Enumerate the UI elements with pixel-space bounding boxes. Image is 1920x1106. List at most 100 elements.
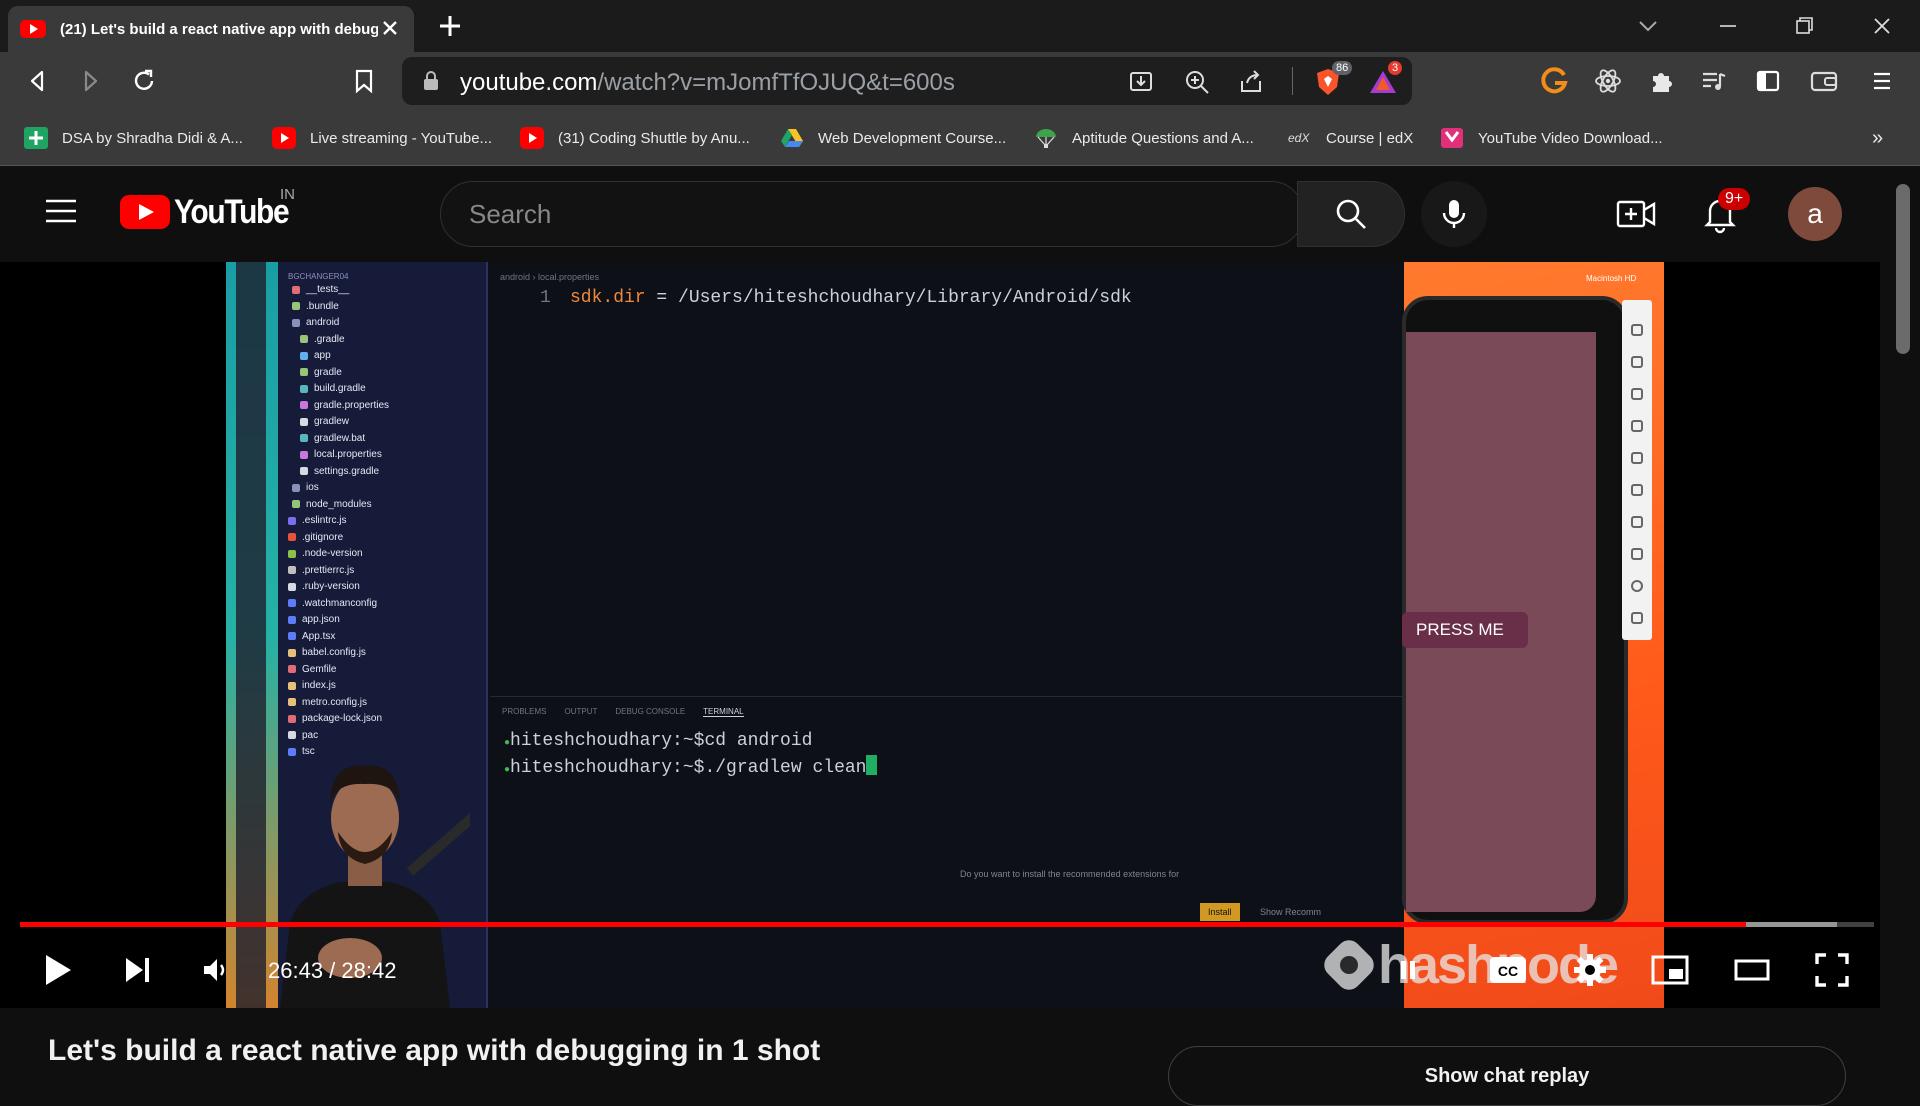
explorer-file-item: gradlew.bat [300, 433, 365, 444]
pause-overlay-button[interactable] [1386, 948, 1430, 992]
file-name: __tests__ [306, 284, 350, 295]
youtube-play-logo-icon [120, 195, 170, 229]
bookmark-item[interactable]: Live streaming - YouTube... [272, 124, 492, 152]
subtitles-button[interactable]: CC [1486, 948, 1530, 992]
file-name: settings.gradle [314, 465, 380, 477]
back-button[interactable] [22, 65, 54, 97]
search-input[interactable] [441, 182, 1299, 246]
file-type-icon [288, 698, 296, 706]
miniplayer-icon [1651, 955, 1689, 985]
file-type-icon [288, 615, 296, 624]
menu-button[interactable] [1866, 65, 1898, 97]
bookmark-item[interactable]: YouTube Video Download... [1440, 124, 1663, 152]
guide-menu-icon[interactable] [44, 196, 78, 226]
volume-up-icon [1631, 356, 1643, 368]
sidebar-toggle-button[interactable] [1752, 65, 1784, 97]
media-controls-button[interactable] [1698, 65, 1730, 97]
install-app-icon[interactable] [1128, 69, 1154, 95]
file-type-icon [288, 549, 296, 558]
bookmark-label: (31) Coding Shuttle by Anu... [558, 129, 750, 147]
browser-tab[interactable]: (21) Let's build a react native app with… [8, 6, 414, 52]
youtube-logo[interactable]: YouTube IN [120, 186, 304, 234]
file-name: .gitignore [302, 531, 344, 543]
page-scrollbar[interactable] [1896, 184, 1910, 354]
hamburger-menu-icon [1874, 72, 1890, 90]
explorer-file-item: settings.gradle [300, 466, 379, 477]
file-type-icon [300, 450, 308, 459]
search-button[interactable] [1297, 181, 1405, 247]
video-frame: BGCHANGER04 __tests__ .bundle android .grad… [226, 262, 1664, 1008]
explorer-file-item: babel.config.js [288, 647, 366, 658]
bookmark-item[interactable]: Web Development Course... [780, 124, 1006, 152]
bookmark-item[interactable]: (31) Coding Shuttle by Anu... [520, 124, 750, 152]
file-name: .node-version [302, 548, 363, 559]
progress-bar[interactable] [20, 922, 1874, 927]
fullscreen-button[interactable] [1810, 948, 1854, 992]
close-window-icon[interactable] [1866, 10, 1898, 42]
bookmark-item[interactable]: DSA by Shradha Didi & A... [24, 124, 243, 152]
theater-mode-button[interactable] [1730, 948, 1774, 992]
share-icon[interactable] [1238, 69, 1264, 95]
bookmark-item[interactable]: edX Course | edX [1288, 124, 1413, 152]
close-tab-icon[interactable] [378, 16, 402, 40]
bookmark-label: Live streaming - YouTube... [310, 129, 493, 147]
terminal-text: hiteshchoudhary:~$cd android [510, 731, 813, 751]
react-devtools-button[interactable] [1592, 65, 1624, 97]
mute-button[interactable] [194, 948, 238, 992]
react-atom-icon [1595, 69, 1621, 93]
wallet-button[interactable] [1808, 65, 1840, 97]
video-player[interactable]: BGCHANGER04 __tests__ .bundle android .grad… [0, 262, 1880, 1008]
reload-button[interactable] [128, 65, 160, 97]
voice-search-button[interactable] [1421, 181, 1487, 247]
mac-drive-label: Macintosh HD [1586, 274, 1637, 283]
next-button[interactable] [116, 948, 160, 992]
editor-breadcrumb: android › local.properties [500, 272, 600, 282]
file-type-icon [288, 516, 296, 525]
file-name: gradlew [314, 416, 350, 427]
youtube-masthead: YouTube IN 9+ a [0, 166, 1920, 262]
bookmark-button[interactable] [348, 65, 380, 97]
explorer-file-item: .ruby-version [288, 581, 360, 592]
code-key: sdk.dir [570, 288, 646, 308]
explorer-file-item: gradlew [300, 416, 349, 427]
file-name: gradle [314, 366, 342, 378]
forward-button[interactable] [74, 65, 106, 97]
miniplayer-button[interactable] [1648, 948, 1692, 992]
bookmarks-overflow-button[interactable]: » [1872, 124, 1883, 152]
shields-count-badge: 86 [1332, 61, 1353, 75]
address-bar[interactable]: youtube.com/watch?v=mJomfTfOJUQ&t=600s 8… [402, 57, 1412, 105]
account-avatar[interactable]: a [1788, 187, 1842, 241]
extensions-button[interactable] [1646, 65, 1678, 97]
minimize-icon[interactable] [1712, 10, 1744, 42]
panel-tab: DEBUG CONSOLE [615, 707, 686, 716]
zoom-icon[interactable] [1184, 69, 1210, 95]
forward-arrow-icon [84, 70, 98, 92]
gear-icon [1574, 954, 1606, 986]
terminal-text: hiteshchoudhary:~$./gradlew clean [510, 758, 867, 778]
panel-tab: PROBLEMS [502, 707, 547, 716]
drive-icon [781, 129, 803, 147]
extension-button[interactable] [1538, 65, 1570, 97]
camera-icon [1631, 484, 1643, 496]
file-name: .eslintrc.js [302, 515, 347, 526]
restore-icon[interactable] [1788, 10, 1820, 42]
rotate-right-icon [1631, 452, 1643, 464]
rewards-count-badge: 3 [1388, 61, 1403, 75]
browser-tab-strip: (21) Let's build a react native app with… [0, 0, 1920, 52]
install-button: Install [1200, 903, 1240, 921]
hashnode-logo-icon [1324, 940, 1374, 990]
new-tab-icon[interactable] [434, 10, 466, 42]
edx-icon: edX [1288, 131, 1310, 145]
show-chat-replay-button[interactable]: Show chat replay [1168, 1046, 1846, 1106]
bookmark-item[interactable]: Aptitude Questions and A... [1034, 124, 1254, 152]
tab-search-chevron-icon[interactable] [1632, 10, 1664, 42]
settings-button[interactable] [1568, 948, 1612, 992]
code-editor: android › local.properties 1 sdk.dir = /… [490, 262, 1404, 696]
file-type-icon [292, 483, 300, 492]
explorer-file-item: .bundle [292, 301, 339, 312]
code-value: = /Users/hiteshchoudhary/Library/Android… [645, 288, 1132, 308]
create-video-icon[interactable] [1616, 196, 1656, 232]
terminal-cursor [866, 755, 878, 775]
file-type-icon [300, 401, 308, 409]
play-button[interactable] [36, 948, 80, 992]
